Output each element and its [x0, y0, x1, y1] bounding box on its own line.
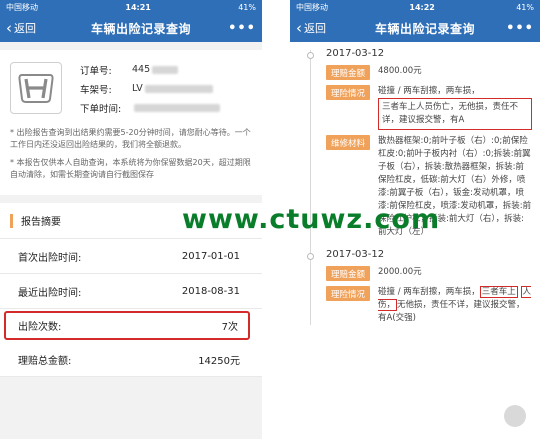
claim-date: 2017-03-12 [326, 249, 385, 260]
amount-tag: 理赔金额 [326, 266, 371, 281]
chevron-left-icon: ‹ [6, 18, 12, 37]
case-plain-text: 碰撞 / 两车刮擦，两车损， [378, 86, 480, 96]
honda-logo-icon [10, 62, 62, 114]
order-number-value: 445 [132, 64, 151, 75]
claim-entry: 2017-03-12 理赔金额 2000.00元 理险情况 碰撞 / 两车刮擦，… [298, 249, 532, 325]
case-description-item: 理险情况 碰撞 / 两车刮擦，两车损， 三者车上人员伤亡，无他损，责任不详，建议… [326, 85, 532, 130]
order-time-label: 下单时间: [80, 103, 122, 115]
more-menu-button[interactable]: ••• [502, 21, 534, 36]
amount-tag: 理赔金额 [326, 65, 371, 80]
vin-value: LV [132, 83, 143, 94]
timeline-dot [307, 253, 314, 260]
case-text-part: 无他损，责任不详，建议报交警，有A(交强) [378, 300, 525, 323]
report-summary: 报告摘要 首次出险时间: 2017-01-01 最近出险时间: 2018-08-… [0, 203, 262, 377]
timeline-dot [307, 52, 314, 59]
summary-header: 报告摘要 [0, 203, 262, 239]
notice-paragraph: * 本报告仅供本人自助查询，本系统将为你保留数据20天，超过期限自动清除，如需长… [10, 158, 251, 179]
row-value: 2018-08-31 [181, 285, 240, 297]
vehicle-card: 订单号: 445 车架号: LV 下单时间: * 出险报告查询到出结果约需要5-… [0, 50, 262, 195]
scroll-top-button[interactable] [504, 405, 526, 427]
claim-count-row: 出险次数: 7次 [4, 311, 250, 340]
order-number-label: 订单号: [80, 65, 112, 77]
repair-tag: 维修材料 [326, 135, 371, 150]
vin-row: 车架号: LV [80, 79, 220, 98]
status-bar: 中国移动 14:21 41% [0, 0, 262, 14]
order-number-row: 订单号: 445 [80, 60, 220, 79]
carrier-label: 中国移动 [6, 2, 38, 12]
row-label: 最近出险时间: [18, 287, 82, 299]
chevron-left-icon: ‹ [296, 18, 302, 37]
case-text: 碰撞 / 两车刮擦，两车损， 三者车上 人伤， 无他损，责任不详，建议报交警，有A(… [378, 286, 532, 325]
case-tag: 理险情况 [326, 85, 371, 100]
claim-amount-item: 理赔金额 2000.00元 [326, 266, 532, 281]
clock: 14:22 [409, 2, 435, 12]
back-label: 返回 [304, 22, 326, 35]
status-bar: 中国移动 14:22 41% [290, 0, 540, 14]
page-title: 车辆出险记录查询 [90, 21, 191, 36]
back-button[interactable]: ‹ 返回 [6, 20, 58, 36]
back-label: 返回 [14, 22, 36, 35]
more-menu-button[interactable]: ••• [224, 21, 256, 36]
redacted-mask [134, 103, 220, 112]
right-phone-screen: 中国移动 14:22 41% ‹ 返回 车辆出险记录查询 ••• 2017-03… [290, 0, 540, 439]
first-claim-row: 首次出险时间: 2017-01-01 [0, 239, 262, 274]
claim-amount-item: 理赔金额 4800.00元 [326, 65, 532, 80]
row-value: 2017-01-01 [181, 250, 240, 262]
battery-label: 41% [238, 2, 256, 12]
case-tag: 理险情况 [326, 286, 371, 301]
notice-paragraph: * 出险报告查询到出结果约需要5-20分钟时间，请您耐心等待。一个工作日内还没返… [10, 128, 251, 149]
notice-text: * 出险报告查询到出结果约需要5-20分钟时间，请您耐心等待。一个工作日内还没返… [10, 127, 252, 181]
latest-claim-row: 最近出险时间: 2018-08-31 [0, 274, 262, 309]
left-phone-screen: 中国移动 14:21 41% ‹ 返回 车辆出险记录查询 ••• 订单号: 44… [0, 0, 262, 439]
amount-value: 4800.00元 [378, 66, 422, 76]
case-text: 碰撞 / 两车刮擦，两车损， 三者车上人员伤亡，无他损，责任不详，建议报交警，有… [378, 85, 532, 130]
row-label: 首次出险时间: [18, 252, 82, 264]
page-title: 车辆出险记录查询 [374, 21, 475, 36]
section-accent-bar [10, 213, 13, 228]
case-text-part: 碰撞 / 两车刮擦，两车损， [378, 287, 480, 297]
row-label: 理赔总金额: [18, 355, 72, 367]
row-label: 出险次数: [18, 322, 62, 333]
claim-entry: 2017-03-12 理赔金额 4800.00元 理险情况 碰撞 / 两车刮擦，… [298, 48, 532, 239]
claim-date: 2017-03-12 [326, 48, 385, 59]
carrier-label: 中国移动 [296, 2, 328, 12]
redacted-mask [152, 65, 179, 74]
row-value: 7次 [221, 322, 238, 333]
claim-timeline: 2017-03-12 理赔金额 4800.00元 理险情况 碰撞 / 两车刮擦，… [290, 42, 540, 325]
vin-label: 车架号: [80, 84, 112, 96]
nav-bar: ‹ 返回 车辆出险记录查询 ••• [290, 14, 540, 42]
highlighted-case-text: 三者车上人员伤亡，无他损，责任不详，建议报交警，有A [378, 98, 532, 130]
order-time-row: 下单时间: [80, 98, 220, 117]
back-button[interactable]: ‹ 返回 [296, 20, 348, 36]
battery-label: 41% [516, 2, 534, 12]
repair-text: 散热器框架:0;前叶子板（右）:0;前保险杠皮:0;前叶子板内衬（右）:0;拆装… [378, 136, 532, 237]
case-description-item: 理险情况 碰撞 / 两车刮擦，两车损， 三者车上 人伤， 无他损，责任不详，建议报交… [326, 286, 532, 325]
amount-value: 2000.00元 [378, 267, 422, 277]
total-amount-row: 理赔总金额: 14250元 [0, 342, 262, 377]
highlighted-case-text: 三者车上 [479, 286, 518, 298]
nav-bar: ‹ 返回 车辆出险记录查询 ••• [0, 14, 262, 42]
repair-materials-item: 维修材料 散热器框架:0;前叶子板（右）:0;前保险杠皮:0;前叶子板内衬（右）… [326, 135, 532, 239]
redacted-mask [144, 84, 213, 93]
row-value: 14250元 [198, 355, 240, 367]
clock: 14:21 [125, 2, 151, 12]
summary-title: 报告摘要 [21, 217, 61, 228]
